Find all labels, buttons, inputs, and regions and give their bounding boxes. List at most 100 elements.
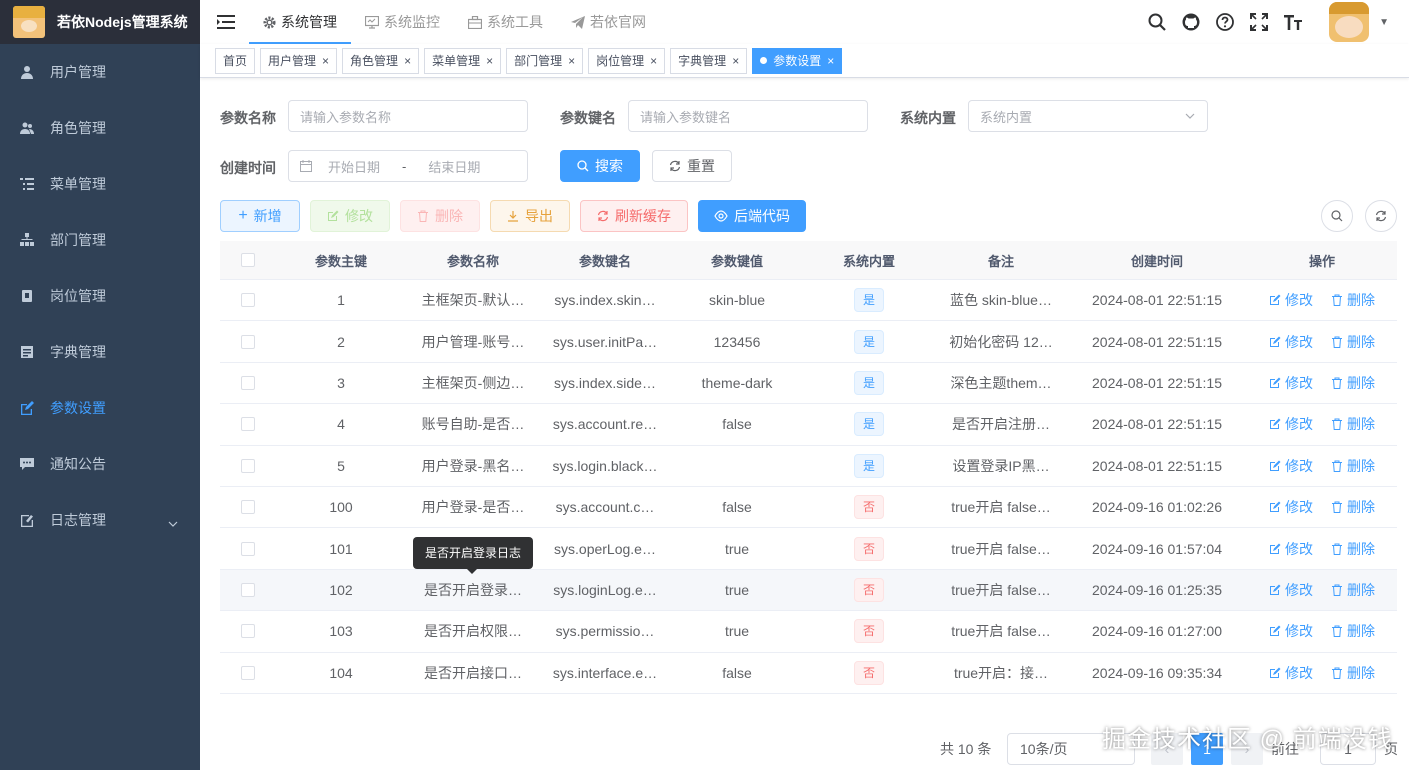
row-delete-button[interactable]: 删除 bbox=[1331, 539, 1375, 559]
param-key-input[interactable]: 请输入参数键名 bbox=[628, 100, 868, 132]
start-date-input[interactable]: 开始日期 bbox=[328, 157, 380, 176]
close-icon[interactable]: × bbox=[404, 54, 411, 68]
sidebar-item-roles[interactable]: 角色管理 bbox=[0, 100, 200, 156]
font-size-icon[interactable] bbox=[1283, 12, 1303, 32]
toggle-search-button[interactable] bbox=[1321, 200, 1353, 232]
row-edit-button[interactable]: 修改 bbox=[1269, 290, 1313, 310]
row-delete-button[interactable]: 删除 bbox=[1331, 290, 1375, 310]
tag-configs[interactable]: 参数设置 × bbox=[752, 47, 843, 74]
row-checkbox[interactable] bbox=[240, 417, 255, 432]
sidebar-item-posts[interactable]: 岗位管理 bbox=[0, 268, 200, 324]
param-name-input[interactable]: 请输入参数名称 bbox=[288, 100, 528, 132]
table-row[interactable]: 2 用户管理-账号… sys.user.initPa… 123456 是 初始化密码 12… bbox=[220, 321, 1397, 363]
row-checkbox[interactable] bbox=[240, 624, 255, 639]
column-header[interactable]: 参数键名 bbox=[539, 251, 671, 270]
row-delete-button[interactable]: 删除 bbox=[1331, 373, 1375, 393]
refresh-table-button[interactable] bbox=[1365, 200, 1397, 232]
avatar[interactable] bbox=[1329, 2, 1370, 42]
reset-button[interactable]: 重置 bbox=[652, 150, 732, 182]
row-checkbox[interactable] bbox=[240, 665, 255, 680]
column-header[interactable]: 参数主键 bbox=[275, 251, 407, 270]
row-checkbox[interactable] bbox=[240, 541, 255, 556]
topnav-tools[interactable]: 系统工具 bbox=[454, 0, 557, 44]
row-delete-button[interactable]: 删除 bbox=[1331, 621, 1375, 641]
backend-code-button[interactable]: 后端代码 bbox=[698, 200, 806, 232]
row-delete-button[interactable]: 删除 bbox=[1331, 663, 1375, 683]
sidebar-item-notices[interactable]: 通知公告 bbox=[0, 436, 200, 492]
row-edit-button[interactable]: 修改 bbox=[1269, 580, 1313, 600]
row-edit-button[interactable]: 修改 bbox=[1269, 414, 1313, 434]
tag-menus[interactable]: 菜单管理 × bbox=[424, 47, 502, 74]
sidebar-item-menus[interactable]: 菜单管理 bbox=[0, 156, 200, 212]
select-all-checkbox[interactable] bbox=[240, 253, 255, 267]
close-icon[interactable]: × bbox=[486, 54, 493, 68]
row-edit-button[interactable]: 修改 bbox=[1269, 539, 1313, 559]
sidebar-item-logs[interactable]: 日志管理 bbox=[0, 492, 200, 548]
row-delete-button[interactable]: 删除 bbox=[1331, 580, 1375, 600]
table-row[interactable]: 104 是否开启接口… sys.interface.e… false 否 true开启：接… bbox=[220, 653, 1397, 694]
tag-users[interactable]: 用户管理 × bbox=[260, 47, 338, 74]
edit-button[interactable]: 修改 bbox=[310, 200, 390, 232]
refresh-cache-button[interactable]: 刷新缓存 bbox=[580, 200, 688, 232]
close-icon[interactable]: × bbox=[827, 54, 834, 68]
table-row[interactable]: 101 sys.operLog.e… true 否 true开启 false… 2024-… bbox=[220, 528, 1397, 570]
tag-posts[interactable]: 岗位管理 × bbox=[588, 47, 666, 74]
row-edit-button[interactable]: 修改 bbox=[1269, 497, 1313, 517]
row-edit-button[interactable]: 修改 bbox=[1269, 663, 1313, 683]
row-edit-button[interactable]: 修改 bbox=[1269, 621, 1313, 641]
tag-dicts[interactable]: 字典管理 × bbox=[670, 47, 748, 74]
close-icon[interactable]: × bbox=[650, 54, 657, 68]
tag-roles[interactable]: 角色管理 × bbox=[342, 47, 420, 74]
sidebar-item-depts[interactable]: 部门管理 bbox=[0, 212, 200, 268]
column-header[interactable]: 创建时间 bbox=[1067, 251, 1247, 270]
row-edit-button[interactable]: 修改 bbox=[1269, 332, 1313, 352]
row-delete-button[interactable]: 删除 bbox=[1331, 414, 1375, 434]
row-checkbox[interactable] bbox=[240, 375, 255, 390]
tag-home[interactable]: 首页 bbox=[215, 47, 256, 74]
table-row[interactable]: 3 主框架页-侧边… sys.index.side… theme-dark 是 深色主题t… bbox=[220, 363, 1397, 405]
topnav-monitor[interactable]: 系统监控 bbox=[351, 0, 454, 44]
search-button[interactable]: 搜索 bbox=[560, 150, 640, 182]
table-row[interactable]: 103 是否开启权限… sys.permissio… true 否 true开启 fals… bbox=[220, 611, 1397, 653]
row-checkbox[interactable] bbox=[240, 582, 255, 597]
table-row[interactable]: 5 用户登录-黑名… sys.login.black… 是 设置登录IP黑… 2024-0… bbox=[220, 446, 1397, 487]
builtin-select[interactable]: 系统内置 bbox=[968, 100, 1208, 132]
sidebar-item-dicts[interactable]: 字典管理 bbox=[0, 324, 200, 380]
caret-down-icon[interactable]: ▼ bbox=[1379, 17, 1389, 28]
sidebar-item-configs[interactable]: 参数设置 bbox=[0, 380, 200, 436]
close-icon[interactable]: × bbox=[322, 54, 329, 68]
row-checkbox[interactable] bbox=[240, 500, 255, 515]
table-row[interactable]: 100 用户登录-是否… sys.account.c… false 否 true开启 fa… bbox=[220, 487, 1397, 529]
column-header[interactable]: 参数名称 bbox=[407, 251, 539, 270]
close-icon[interactable]: × bbox=[732, 54, 739, 68]
question-icon[interactable] bbox=[1215, 12, 1235, 32]
column-header[interactable]: 参数键值 bbox=[671, 251, 803, 270]
row-delete-button[interactable]: 删除 bbox=[1331, 456, 1375, 476]
fullscreen-icon[interactable] bbox=[1249, 12, 1269, 32]
tag-depts[interactable]: 部门管理 × bbox=[506, 47, 584, 74]
date-range-picker[interactable]: 开始日期 - 结束日期 bbox=[288, 150, 528, 182]
row-edit-button[interactable]: 修改 bbox=[1269, 373, 1313, 393]
row-delete-button[interactable]: 删除 bbox=[1331, 332, 1375, 352]
row-delete-button[interactable]: 删除 bbox=[1331, 497, 1375, 517]
table-row[interactable]: 102 是否开启登录… sys.loginLog.e… true 否 true开启 fal… bbox=[220, 569, 1397, 612]
logo[interactable]: 若依Nodejs管理系统 bbox=[0, 0, 200, 44]
column-header[interactable]: 备注 bbox=[935, 251, 1067, 270]
delete-button[interactable]: 删除 bbox=[400, 200, 480, 232]
github-icon[interactable] bbox=[1181, 12, 1201, 32]
column-header[interactable]: 系统内置 bbox=[803, 251, 935, 270]
topnav-website[interactable]: 若依官网 bbox=[557, 0, 660, 44]
close-icon[interactable]: × bbox=[568, 54, 575, 68]
export-button[interactable]: 导出 bbox=[490, 200, 570, 232]
topnav-system[interactable]: 系统管理 bbox=[249, 0, 351, 44]
table-row[interactable]: 1 主框架页-默认… sys.index.skin… skin-blue 是 蓝色 ski… bbox=[220, 280, 1397, 322]
sidebar-item-users[interactable]: 用户管理 bbox=[0, 44, 200, 100]
end-date-input[interactable]: 结束日期 bbox=[428, 157, 480, 176]
hamburger-icon[interactable] bbox=[217, 15, 235, 29]
search-icon[interactable] bbox=[1147, 12, 1167, 32]
add-button[interactable]: + 新增 bbox=[220, 200, 300, 232]
row-checkbox[interactable] bbox=[240, 458, 255, 473]
table-row[interactable]: 4 账号自助-是否… sys.account.re… false 是 是否开启注册… 202… bbox=[220, 404, 1397, 446]
row-edit-button[interactable]: 修改 bbox=[1269, 456, 1313, 476]
row-checkbox[interactable] bbox=[240, 334, 255, 349]
